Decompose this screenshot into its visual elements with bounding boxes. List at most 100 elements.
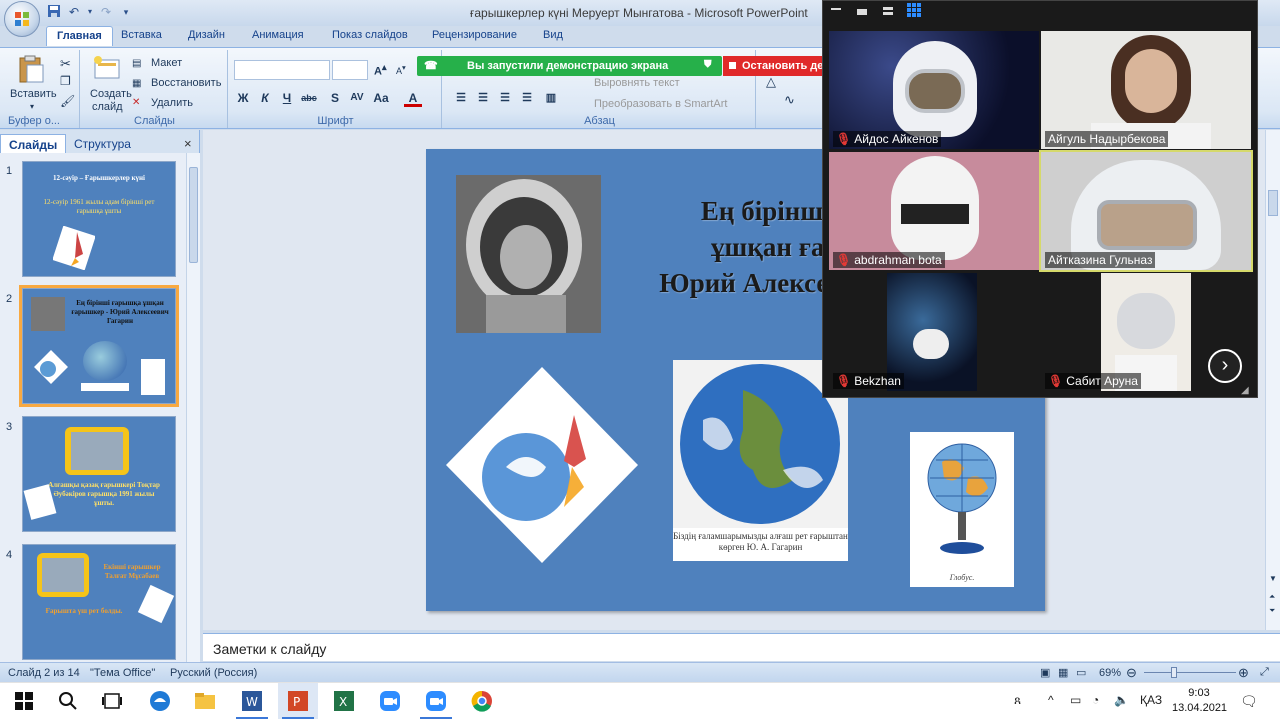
scrollbar-thumb[interactable] [189,167,198,263]
resize-handle-icon[interactable]: ◢ [1241,385,1249,396]
slideshow-view-icon[interactable]: ▭ [1076,666,1086,679]
spacing-icon[interactable]: AV [348,89,366,107]
tab-view[interactable]: Вид [543,29,563,41]
shadow-icon[interactable]: S [326,89,344,107]
notes-pane[interactable]: Заметки к слайду [203,633,1280,661]
chrome-icon[interactable] [470,689,494,713]
triangle-shape-icon[interactable]: △ [766,74,776,90]
tab-animation[interactable]: Анимация [252,29,304,41]
layout-button[interactable]: Макет [151,57,182,69]
windows-start-icon[interactable] [12,689,36,713]
delete-button[interactable]: Удалить [151,97,193,109]
tab-design[interactable]: Дизайн [188,29,225,41]
align-text-button[interactable]: Выровнять текст [594,77,680,89]
word-icon[interactable]: W [240,689,264,713]
tab-slideshow[interactable]: Показ слайдов [332,29,408,41]
redo-icon[interactable]: ↷ [98,4,114,20]
zoom-meeting-icon[interactable] [424,689,448,713]
underline-icon[interactable]: Ч [278,89,296,107]
bold-icon[interactable]: Ж [234,89,252,107]
strikethrough-icon[interactable]: abc [300,89,318,107]
align-left-icon[interactable]: ☰ [452,89,470,107]
tab-outline[interactable]: Структура [66,134,139,153]
excel-icon[interactable]: X [332,689,356,713]
prev-slide-icon[interactable]: ⏶ [1269,592,1275,602]
edge-icon[interactable] [148,689,172,713]
volume-icon[interactable]: 🔈 [1114,693,1129,707]
stop-share-button[interactable]: Остановить демонстрацию [723,56,823,76]
columns-icon[interactable]: ▥ [542,89,560,107]
undo-icon[interactable]: ↶ [66,4,82,20]
zoom-app-icon[interactable] [378,689,402,713]
format-painter-icon[interactable]: 🖌 [60,94,75,108]
participant-tile[interactable]: 🎙 abdrahman bota [829,152,1039,270]
zoom-in-icon[interactable]: ⊕ [1238,665,1249,681]
tab-home[interactable]: Главная [46,26,113,46]
scrollbar-thumb[interactable] [1268,190,1278,216]
participant-tile[interactable]: 🎙 Bekzhan [829,273,1039,391]
slide-thumbnail-1[interactable]: 12-сәуір – Ғарышкерлер күні 12-сәуір 196… [22,161,176,277]
customize-qat-icon[interactable]: ▾ [118,4,134,20]
clock[interactable]: 9:03 13.04.2021 [1172,686,1227,716]
slide-thumbnail-3[interactable]: Алғашқы қазақ ғарышкері Тоқтар Әубәкіров… [22,416,176,532]
zoom-slider[interactable] [1144,672,1236,673]
tray-expand-icon[interactable]: ^ [1048,693,1054,707]
case-icon[interactable]: Aa [372,89,390,107]
copy-icon[interactable]: ❐ [60,74,71,88]
gallery-strip-icon[interactable] [857,9,867,15]
tab-insert[interactable]: Вставка [121,29,162,41]
next-page-button[interactable]: › [1208,349,1242,383]
grow-font-icon[interactable]: A▴ [374,62,387,78]
zoom-slider-thumb[interactable] [1171,667,1177,678]
theme-name[interactable]: "Тема Office" [90,667,155,679]
new-slide-line1[interactable]: Создать [90,88,132,100]
speaker-view-icon[interactable] [883,7,893,15]
paste-button[interactable]: Вставить [10,88,57,100]
office-button[interactable] [4,1,40,37]
font-color-icon[interactable]: A [404,89,422,107]
new-slide-line2[interactable]: слайд [92,101,123,113]
slide-scrollbar[interactable]: ▼ ⏶ ⏷ [1265,130,1280,630]
gallery-view-icon[interactable] [907,3,921,17]
slides-scrollbar[interactable] [186,153,200,662]
normal-view-icon[interactable]: ▣ [1040,666,1050,679]
save-icon[interactable] [46,4,62,20]
cut-icon[interactable]: ✂ [60,56,71,72]
smartart-button[interactable]: Преобразовать в SmartArt [594,98,727,110]
language-indicator[interactable]: Русский (Россия) [170,667,257,679]
next-slide-icon[interactable]: ⏷ [1269,606,1275,616]
participant-tile[interactable]: 🎙 Айдос Айкенов [829,31,1039,149]
zoom-out-icon[interactable]: ⊖ [1126,665,1137,681]
task-view-icon[interactable] [100,689,124,713]
close-panel-icon[interactable]: × [184,136,192,151]
font-family-select[interactable] [234,60,330,80]
paste-dropdown-icon[interactable]: ▾ [30,102,34,111]
scroll-down-icon[interactable]: ▼ [1269,574,1277,583]
shrink-font-icon[interactable]: A▾ [396,63,406,76]
participant-tile[interactable]: Айтказина Гульназ [1039,150,1253,272]
wifi-icon[interactable]: ◔ [1092,693,1099,707]
curve-shape-icon[interactable]: ∿ [784,92,795,108]
undo-dropdown-icon[interactable]: ▾ [86,4,94,20]
justify-icon[interactable]: ☰ [518,89,536,107]
italic-icon[interactable]: К [256,89,274,107]
font-size-select[interactable] [332,60,368,80]
person-icon[interactable]: ጸ [1014,693,1021,708]
sorter-view-icon[interactable]: ▦ [1058,666,1068,679]
slide-thumbnail-2[interactable]: Ең бірінші ғарышқа ұшқан ғарышкер - Юрий… [19,285,179,407]
battery-icon[interactable]: ▭ [1070,693,1081,707]
align-center-icon[interactable]: ☰ [474,89,492,107]
keyboard-language[interactable]: ҚАЗ [1140,693,1162,707]
slide-thumbnail-4[interactable]: Екінші ғарышкер Талғат Мұсабаев Ғарышта … [22,544,176,660]
tab-slides[interactable]: Слайды [0,134,67,153]
tab-review[interactable]: Рецензирование [432,29,517,41]
file-explorer-icon[interactable] [193,689,217,713]
align-right-icon[interactable]: ☰ [496,89,514,107]
reset-button[interactable]: Восстановить [151,77,221,89]
fit-slide-icon[interactable]: ⤢ [1260,666,1269,679]
powerpoint-icon[interactable]: P [286,689,310,713]
minimize-icon[interactable] [831,8,841,10]
zoom-level[interactable]: 69% [1099,667,1121,679]
search-icon[interactable] [56,689,80,713]
participant-tile[interactable]: Айгуль Надырбекова [1041,31,1251,149]
